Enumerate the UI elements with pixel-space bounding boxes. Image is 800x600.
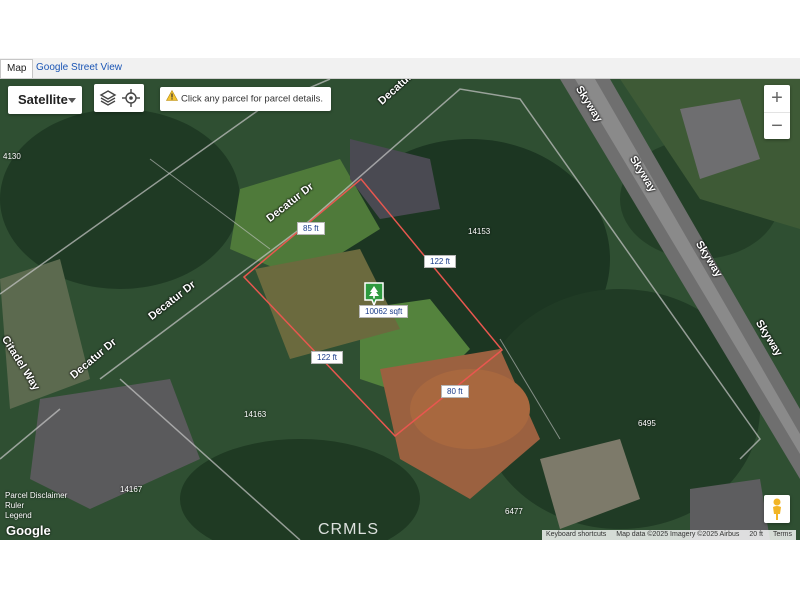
map-legend-links: Parcel Disclaimer Ruler Legend [5, 491, 67, 521]
parcel-number-14163: 14163 [244, 410, 267, 419]
scale-label[interactable]: 20 ft [745, 531, 767, 538]
parcel-area-label: 10062 sqft [359, 305, 409, 318]
crmls-watermark: CRMLS [318, 521, 380, 538]
map-tools [94, 84, 144, 112]
google-logo: Google [6, 523, 51, 538]
crosshair-icon[interactable] [120, 87, 142, 109]
pegman-icon [773, 498, 781, 520]
dimension-east: 122 ft [424, 255, 457, 268]
map-type-value: Satellite [18, 92, 68, 107]
parcel-number-4130: 4130 [3, 152, 21, 161]
map-attribution: Keyboard shortcuts Map data ©2025 Imager… [541, 530, 796, 540]
chevron-down-icon [68, 98, 76, 103]
street-view-button[interactable] [764, 495, 790, 523]
warning-icon [165, 87, 179, 111]
terms-link[interactable]: Terms [769, 531, 796, 538]
parcel-number-14153: 14153 [468, 227, 491, 236]
keyboard-shortcuts-link[interactable]: Keyboard shortcuts [542, 531, 610, 538]
dimension-south: 80 ft [441, 385, 469, 398]
parcel-hint: Click any parcel for parcel details. [160, 87, 332, 111]
parcel-number-6477: 6477 [505, 507, 523, 516]
layers-icon[interactable] [97, 87, 119, 109]
map-type-select[interactable]: Satellite [8, 86, 82, 114]
tab-street-view[interactable]: Google Street View [30, 59, 128, 77]
zoom-out-button[interactable]: − [764, 113, 790, 140]
map-data-credit: Map data ©2025 Imagery ©2025 Airbus [616, 531, 740, 538]
dimension-west: 122 ft [311, 351, 344, 364]
ruler-link[interactable]: Ruler [5, 501, 67, 511]
legend-link[interactable]: Legend [5, 511, 67, 521]
hint-text: Click any parcel for parcel details. [181, 93, 324, 105]
parcel-number-14167: 14167 [120, 485, 143, 494]
parcel-number-6495: 6495 [638, 419, 656, 428]
zoom-in-button[interactable]: + [764, 85, 790, 112]
satellite-map[interactable]: Satellite Click any parcel for parcel de… [0, 79, 800, 540]
zoom-controls: + − [764, 85, 790, 139]
parcel-disclaimer-link[interactable]: Parcel Disclaimer [5, 491, 67, 501]
tab-map[interactable]: Map [0, 59, 34, 78]
tab-bar: Map Google Street View [0, 58, 800, 79]
dimension-north: 85 ft [297, 222, 325, 235]
